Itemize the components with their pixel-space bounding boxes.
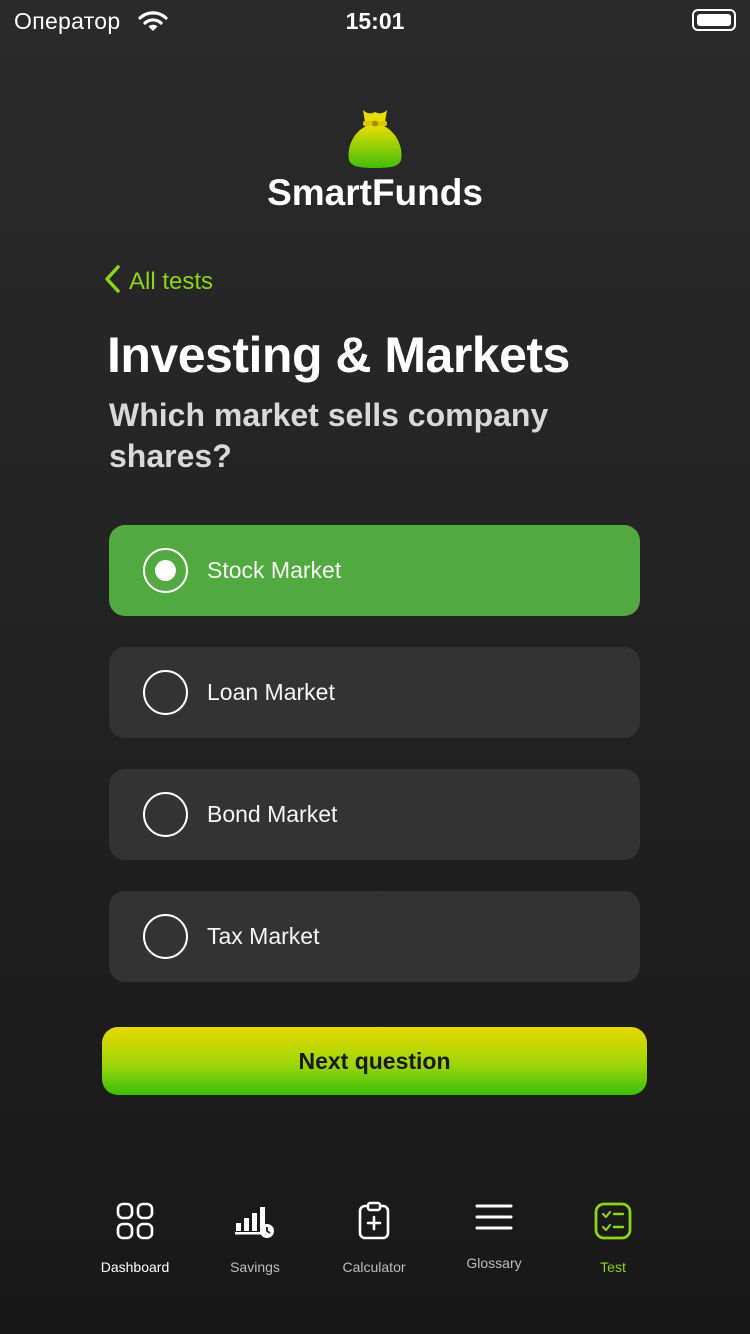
- tab-label: Calculator: [342, 1259, 406, 1275]
- tab-label: Test: [600, 1259, 626, 1275]
- tab-label: Savings: [230, 1259, 280, 1275]
- status-time: 15:01: [345, 8, 405, 34]
- menu-lines-icon: [434, 1191, 554, 1243]
- radio-unselected-icon[interactable]: [143, 792, 188, 837]
- answer-options: Stock Market Loan Market Bond Market Tax…: [109, 525, 640, 1013]
- next-question-button[interactable]: Next question: [102, 1027, 647, 1095]
- tab-calculator[interactable]: Calculator: [314, 1195, 434, 1275]
- answer-option-label: Stock Market: [207, 557, 342, 583]
- back-link-label: All tests: [129, 267, 214, 295]
- answer-option-bond-market[interactable]: Bond Market: [109, 769, 640, 860]
- answer-option-label: Bond Market: [207, 801, 338, 827]
- battery-icon: [692, 9, 736, 31]
- radio-selected-icon[interactable]: [143, 548, 188, 593]
- tab-test[interactable]: Test: [553, 1195, 673, 1275]
- chevron-left-icon: [103, 264, 121, 299]
- bottom-tab-bar: Dashboard Savings Calculator Glossary Te…: [0, 1195, 750, 1295]
- money-bag-icon: [347, 108, 403, 175]
- answer-option-label: Loan Market: [207, 679, 335, 705]
- answer-option-label: Tax Market: [207, 923, 320, 949]
- radio-unselected-icon[interactable]: [143, 670, 188, 715]
- test-category-title: Investing & Markets: [107, 327, 570, 383]
- app-title: SmartFunds: [267, 172, 483, 213]
- clipboard-plus-icon: [314, 1195, 434, 1247]
- checklist-icon: [553, 1195, 673, 1247]
- tab-label: Glossary: [466, 1255, 522, 1271]
- answer-option-loan-market[interactable]: Loan Market: [109, 647, 640, 738]
- tab-dashboard[interactable]: Dashboard: [75, 1195, 195, 1275]
- answer-option-stock-market[interactable]: Stock Market: [109, 525, 640, 616]
- back-to-all-tests-link[interactable]: All tests: [103, 264, 213, 299]
- grid-icon: [75, 1195, 195, 1247]
- status-bar: Оператор 15:01: [0, 0, 750, 42]
- bar-chart-clock-icon: [195, 1195, 315, 1247]
- tab-savings[interactable]: Savings: [195, 1195, 315, 1275]
- answer-option-tax-market[interactable]: Tax Market: [109, 891, 640, 982]
- tab-label: Dashboard: [100, 1259, 170, 1275]
- tab-glossary[interactable]: Glossary: [434, 1191, 554, 1271]
- question-text: Which market sells company shares?: [109, 397, 549, 474]
- radio-unselected-icon[interactable]: [143, 914, 188, 959]
